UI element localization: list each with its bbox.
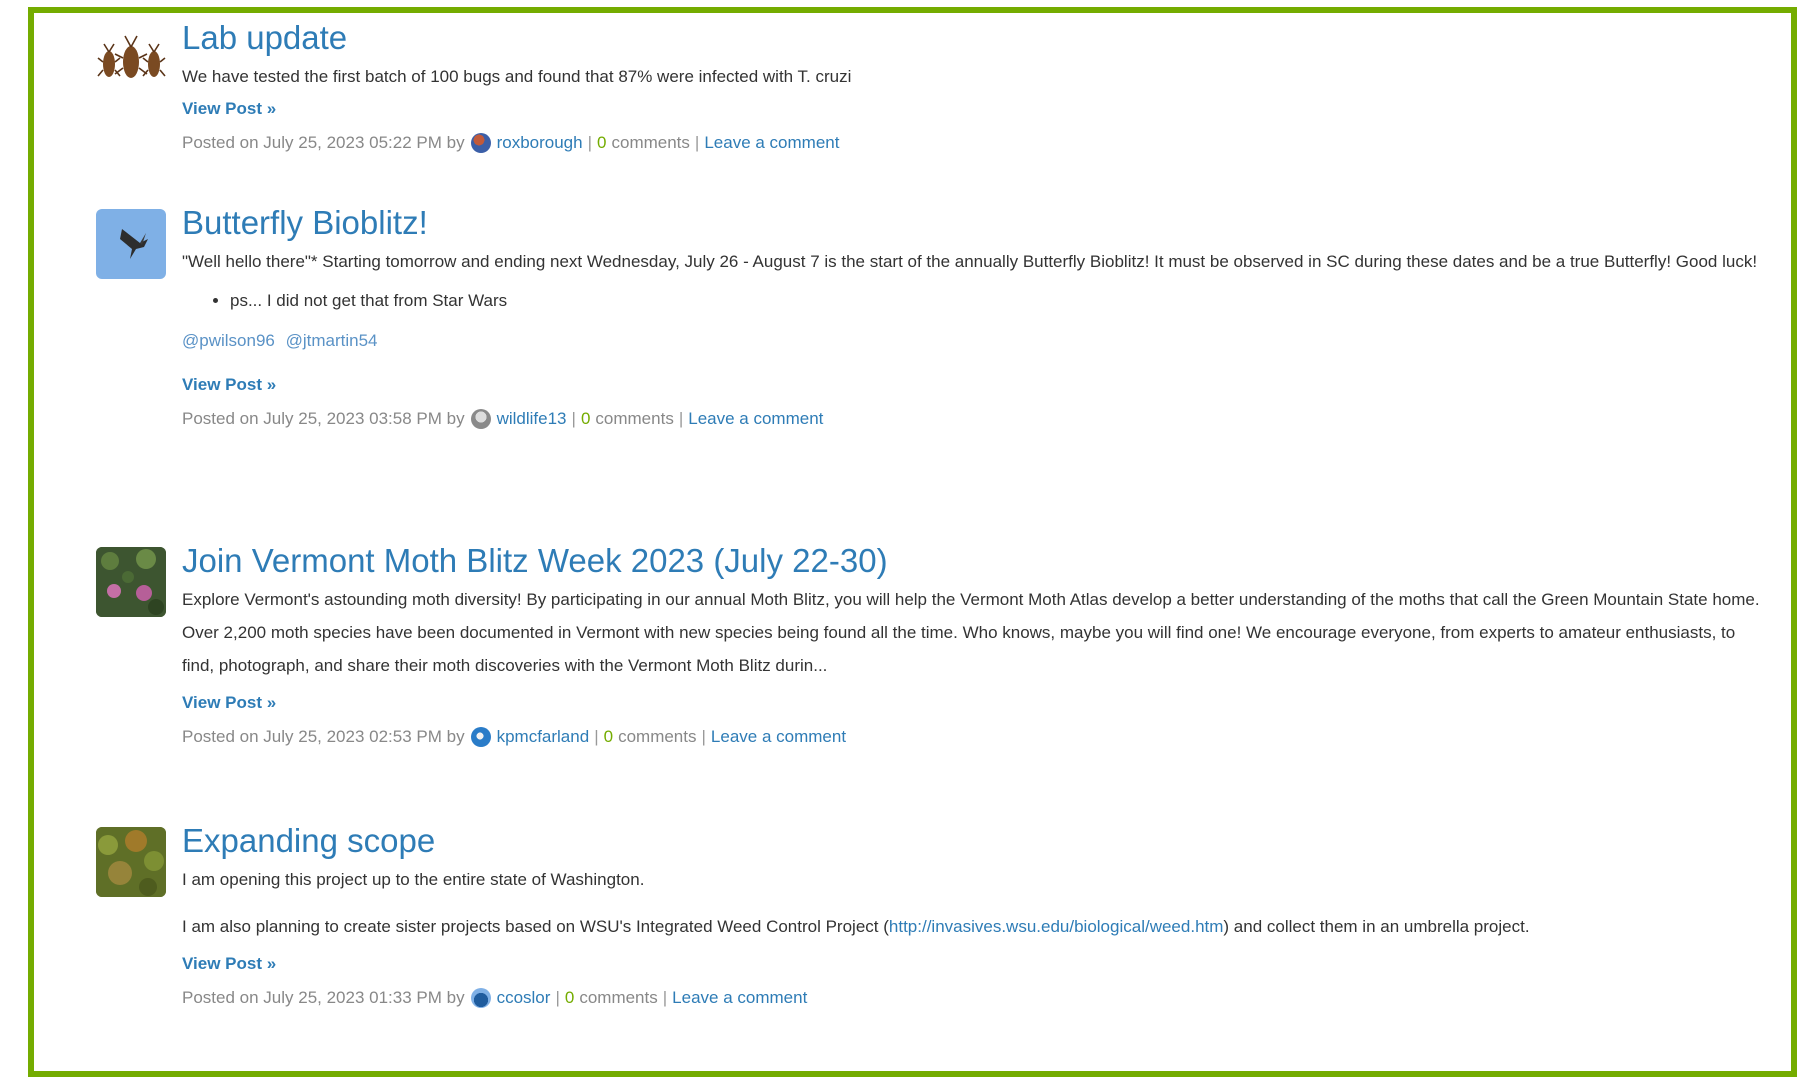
body-text-before: I am also planning to create sister proj…	[182, 917, 889, 936]
leave-comment-link[interactable]: Leave a comment	[711, 725, 846, 749]
comment-count[interactable]: 0	[604, 725, 613, 749]
user-avatar-icon[interactable]	[470, 988, 491, 1008]
separator: |	[571, 409, 576, 428]
leave-comment-link[interactable]: Leave a comment	[688, 407, 823, 431]
view-post-link[interactable]: View Post »	[182, 375, 276, 395]
post-thumbnail-bugs[interactable]	[96, 24, 166, 94]
post-title[interactable]: Butterfly Bioblitz!	[182, 203, 1771, 243]
post-butterfly-bioblitz: Butterfly Bioblitz! "Well hello there"* …	[96, 203, 1771, 431]
separator: |	[555, 988, 560, 1007]
mention-link[interactable]: @jtmartin54	[286, 331, 378, 350]
comment-count[interactable]: 0	[581, 407, 590, 431]
post-meta: Posted on July 25, 2023 05:22 PM by roxb…	[182, 131, 1771, 155]
comments-label[interactable]: comments	[579, 986, 657, 1010]
separator: |	[587, 133, 593, 152]
author-link[interactable]: ccoslor	[497, 986, 551, 1010]
user-avatar-icon[interactable]	[470, 409, 491, 429]
post-meta: Posted on July 25, 2023 03:58 PM by wild…	[182, 407, 1771, 431]
author-link[interactable]: roxborough	[497, 131, 583, 155]
posted-date: Posted on July 25, 2023 03:58 PM by	[182, 409, 465, 428]
posted-date: Posted on July 25, 2023 05:22 PM by	[182, 133, 465, 152]
post-lab-update: Lab update We have tested the first batc…	[96, 18, 1771, 155]
post-title[interactable]: Join Vermont Moth Blitz Week 2023 (July …	[182, 541, 1771, 581]
separator: |	[662, 988, 668, 1007]
post-thumbnail-plants[interactable]	[96, 827, 166, 897]
separator: |	[678, 409, 684, 428]
post-title[interactable]: Expanding scope	[182, 821, 1771, 861]
separator: |	[701, 727, 706, 746]
comments-label[interactable]: comments	[611, 131, 689, 155]
post-thumbnail-bird[interactable]	[96, 209, 166, 279]
bullet-list: ps... I did not get that from Star Wars	[182, 284, 1771, 318]
mentions: @pwilson96 @jtmartin54	[182, 324, 1771, 358]
post-expanding-scope: Expanding scope I am opening this projec…	[96, 821, 1771, 1010]
leave-comment-link[interactable]: Leave a comment	[672, 986, 807, 1010]
post-vermont-moth-blitz: Join Vermont Moth Blitz Week 2023 (July …	[96, 541, 1771, 749]
post-title[interactable]: Lab update	[182, 18, 1771, 58]
post-body: I am opening this project up to the enti…	[182, 870, 645, 889]
view-post-link[interactable]: View Post »	[182, 99, 276, 119]
posts-panel: Lab update We have tested the first batc…	[28, 7, 1797, 1077]
posted-date: Posted on July 25, 2023 02:53 PM by	[182, 727, 465, 746]
user-avatar-icon[interactable]	[470, 133, 491, 153]
post-thumbnail-flowers[interactable]	[96, 547, 166, 617]
user-avatar-icon[interactable]	[470, 727, 491, 747]
author-link[interactable]: wildlife13	[497, 407, 567, 431]
comments-label[interactable]: comments	[618, 725, 696, 749]
post-meta: Posted on July 25, 2023 02:53 PM by kpmc…	[182, 725, 1771, 749]
view-post-link[interactable]: View Post »	[182, 693, 276, 713]
post-body: "Well hello there"* Starting tomorrow an…	[182, 252, 1758, 271]
body-text-after: ) and collect them in an umbrella projec…	[1223, 917, 1530, 936]
author-link[interactable]: kpmcfarland	[497, 725, 590, 749]
separator: |	[594, 727, 599, 746]
posted-date: Posted on July 25, 2023 01:33 PM by	[182, 988, 465, 1007]
separator: |	[694, 133, 700, 152]
mention-link[interactable]: @pwilson96	[182, 331, 275, 350]
post-body-extra: I am also planning to create sister proj…	[182, 910, 1771, 943]
comments-label[interactable]: comments	[595, 407, 673, 431]
leave-comment-link[interactable]: Leave a comment	[704, 131, 839, 155]
external-link[interactable]: http://invasives.wsu.edu/biological/weed…	[889, 917, 1224, 936]
post-meta: Posted on July 25, 2023 01:33 PM by ccos…	[182, 986, 1771, 1010]
list-item: ps... I did not get that from Star Wars	[230, 284, 1771, 318]
post-body: We have tested the first batch of 100 bu…	[182, 67, 852, 86]
comment-count[interactable]: 0	[565, 986, 574, 1010]
post-body: Explore Vermont's astounding moth divers…	[182, 590, 1760, 675]
view-post-link[interactable]: View Post »	[182, 954, 276, 974]
comment-count[interactable]: 0	[597, 131, 606, 155]
